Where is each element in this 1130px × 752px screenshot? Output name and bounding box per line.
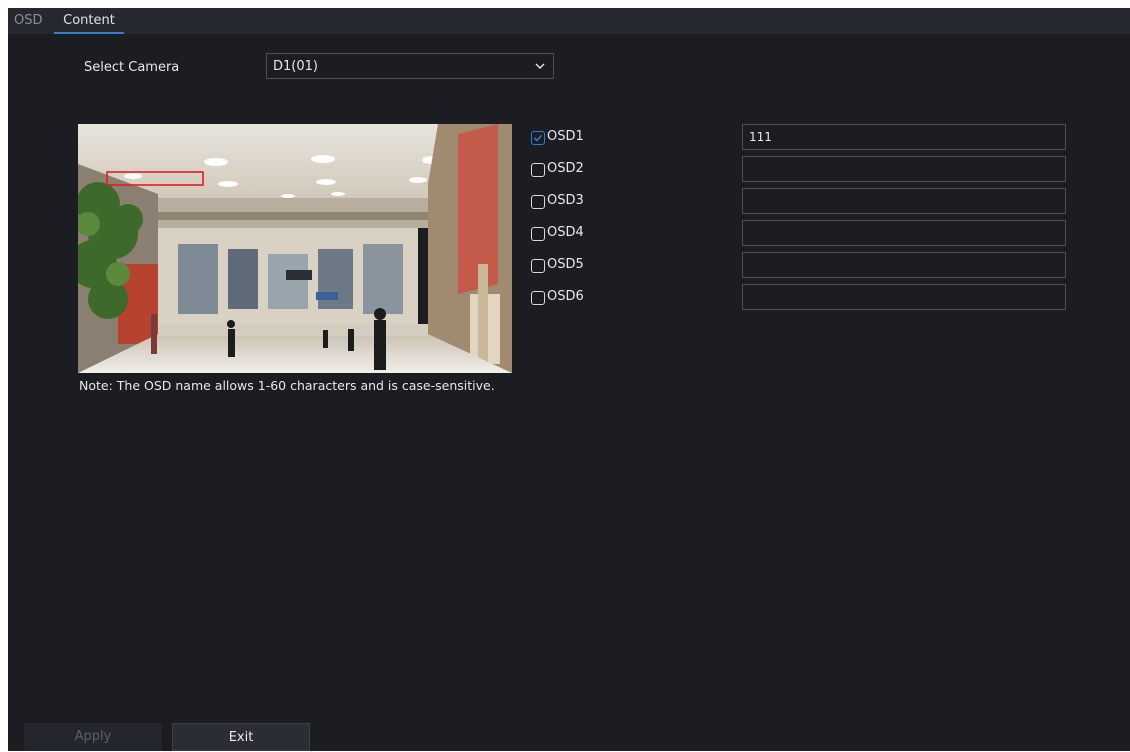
osd3-input[interactable] xyxy=(742,188,1066,214)
camera-select-value: D1(01) xyxy=(273,59,318,74)
osd6-checkbox[interactable] xyxy=(531,291,545,305)
active-tab-indicator xyxy=(54,32,124,34)
osd3-checkbox[interactable] xyxy=(531,195,545,209)
osd5-input[interactable] xyxy=(742,252,1066,278)
camera-select[interactable]: D1(01) xyxy=(266,53,554,79)
osd4-label: OSD4 xyxy=(547,225,584,240)
osd1-checkbox[interactable] xyxy=(531,131,545,145)
tab-content-label: Content xyxy=(63,13,115,28)
osd4-checkbox[interactable] xyxy=(531,227,545,241)
exit-button[interactable]: Exit xyxy=(172,723,310,751)
chevron-down-icon xyxy=(535,63,545,69)
osd2-checkbox[interactable] xyxy=(531,163,545,177)
apply-button[interactable]: Apply xyxy=(24,723,162,751)
select-camera-label: Select Camera xyxy=(84,60,180,75)
tab-bar: OSD Content xyxy=(8,8,1130,34)
osd1-label: OSD1 xyxy=(547,129,584,144)
osd2-input[interactable] xyxy=(742,156,1066,182)
checkmark-icon xyxy=(533,134,543,142)
osd-settings-window: OSD Content Select Camera D1(01) Note: T… xyxy=(8,8,1130,751)
osd6-input[interactable] xyxy=(742,284,1066,310)
osd5-checkbox[interactable] xyxy=(531,259,545,273)
osd5-label: OSD5 xyxy=(547,257,584,272)
osd6-label: OSD6 xyxy=(547,289,584,304)
tab-osd[interactable]: OSD xyxy=(14,8,43,34)
osd3-label: OSD3 xyxy=(547,193,584,208)
osd-note: Note: The OSD name allows 1-60 character… xyxy=(79,378,495,393)
osd1-input[interactable] xyxy=(742,124,1066,150)
tab-content[interactable]: Content xyxy=(54,8,124,34)
camera-preview[interactable] xyxy=(78,124,512,373)
camera-preview-image xyxy=(78,124,512,373)
osd2-label: OSD2 xyxy=(547,161,584,176)
osd4-input[interactable] xyxy=(742,220,1066,246)
